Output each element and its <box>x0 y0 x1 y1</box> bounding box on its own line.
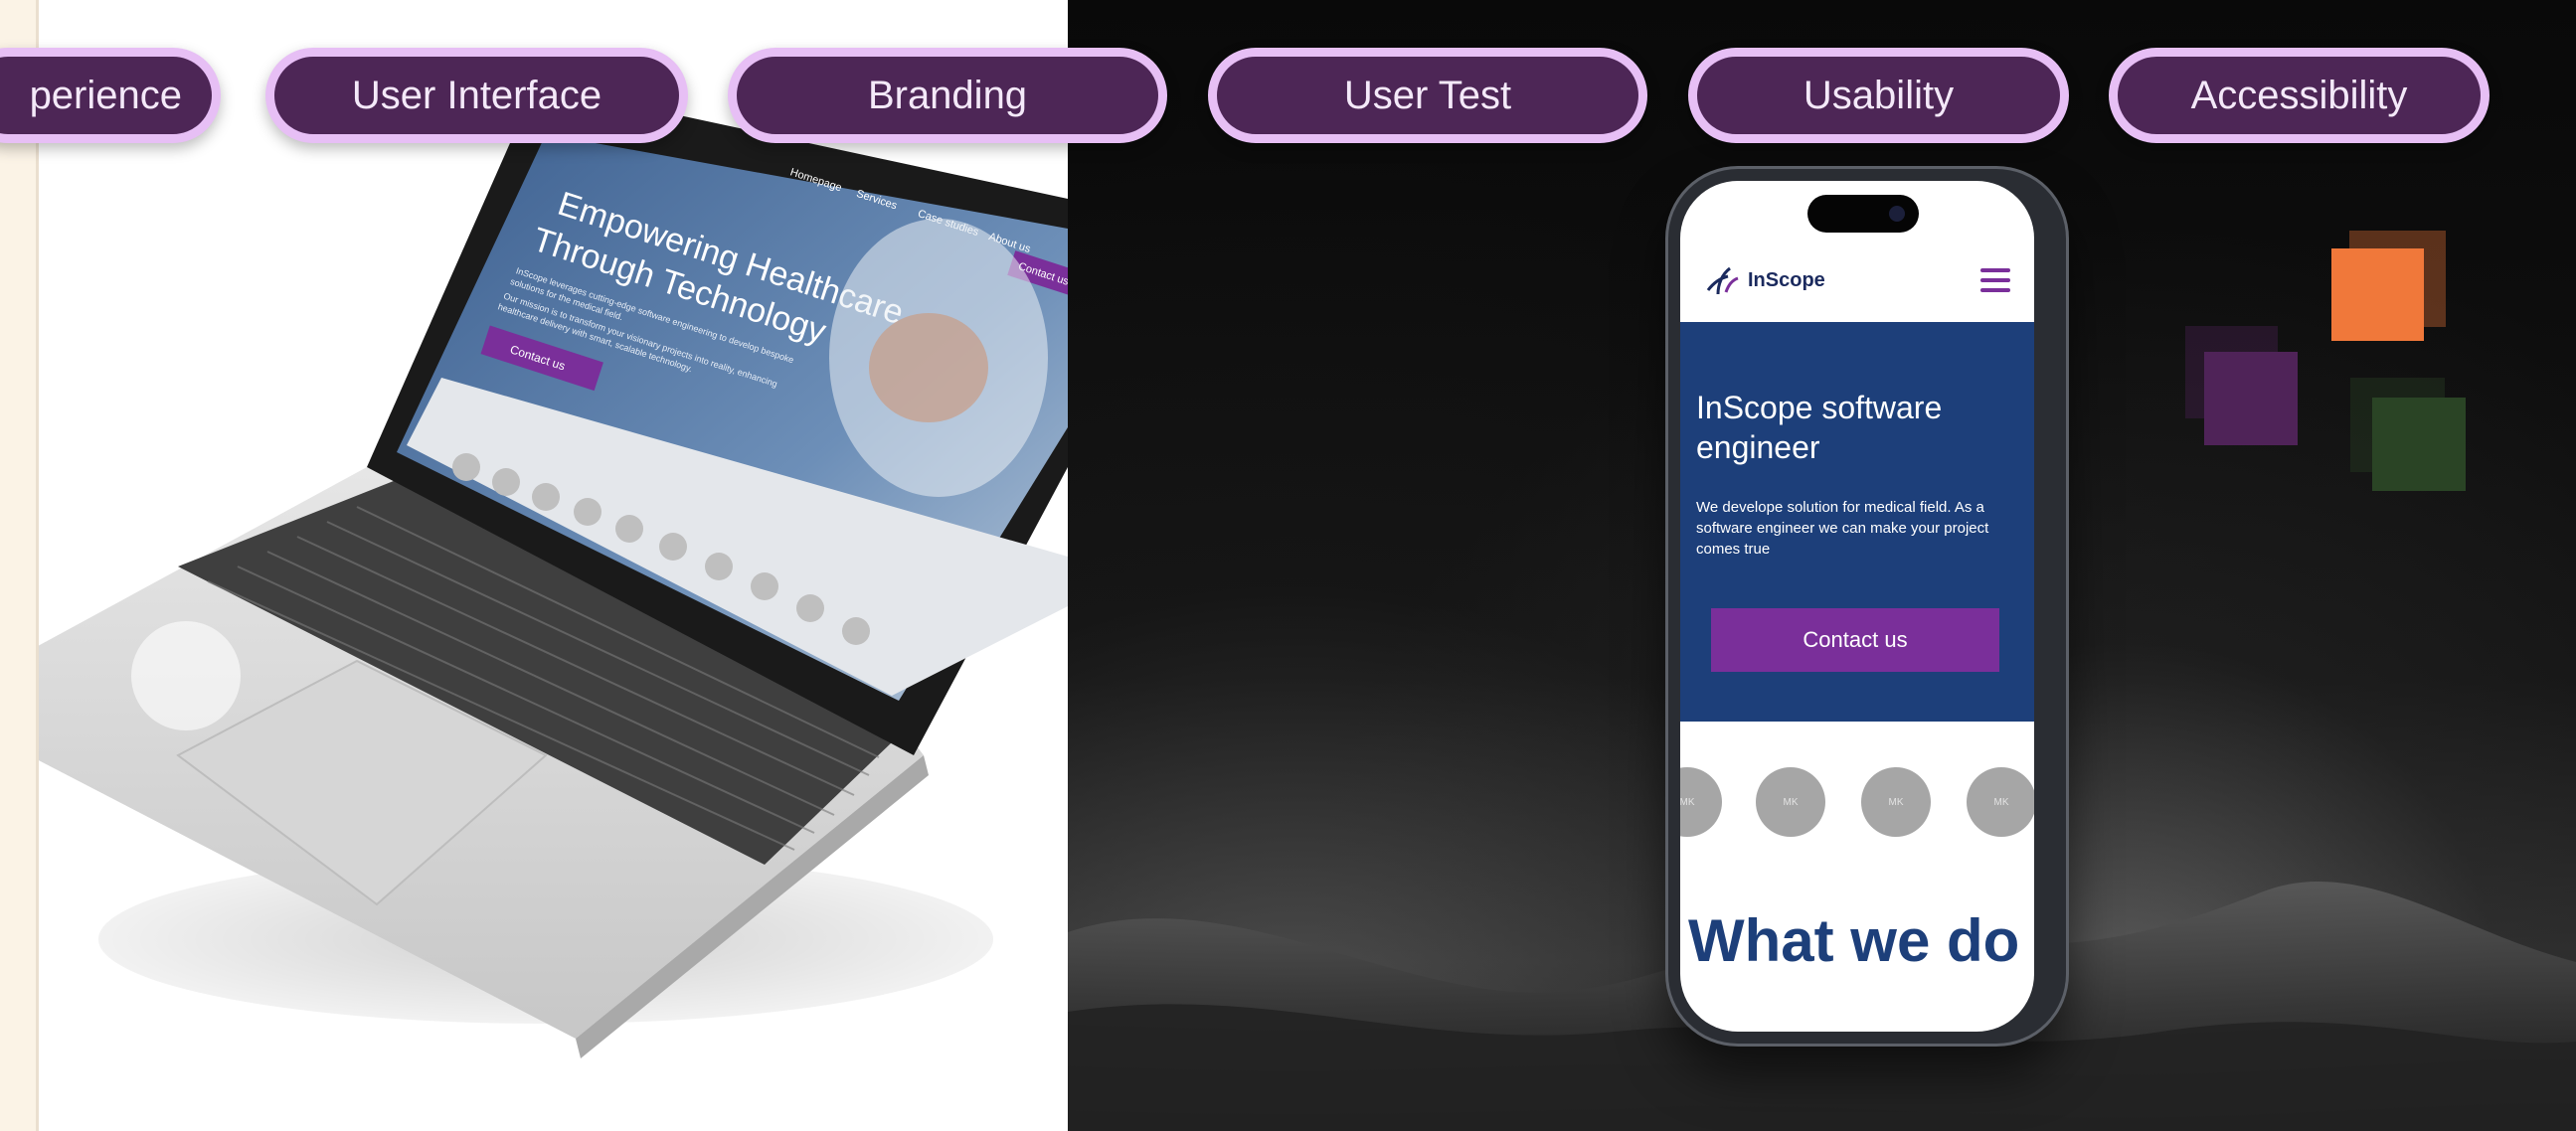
partner-circle: MK <box>1861 767 1931 837</box>
tag-accessibility[interactable]: Accessibility <box>2109 48 2490 143</box>
dynamic-island <box>1807 195 1919 233</box>
mobile-header: InScope <box>1680 241 2034 322</box>
mobile-logo-text: InScope <box>1748 268 1825 291</box>
phone-mockup: InScope InScope software engineer We dev… <box>1668 169 2066 1044</box>
hamburger-menu-icon[interactable] <box>1980 268 2010 292</box>
laptop-mockup: Homepage Services Case studies About us … <box>39 84 1068 1058</box>
mobile-contact-button[interactable]: Contact us <box>1711 608 1999 672</box>
tag-branding[interactable]: Branding <box>728 48 1167 143</box>
left-edge-strip <box>0 0 39 1131</box>
partner-circle: MK <box>1967 767 2034 837</box>
tag-usability[interactable]: Usability <box>1688 48 2069 143</box>
mobile-logo[interactable]: InScope <box>1704 262 1825 298</box>
phone-screen: InScope InScope software engineer We dev… <box>1680 181 2034 1032</box>
laptop-mockup-panel: Homepage Services Case studies About us … <box>39 0 1068 1131</box>
mobile-partner-circles: MK MK MK MK <box>1680 767 2034 847</box>
tag-user-interface[interactable]: User Interface <box>265 48 688 143</box>
green-square <box>2372 398 2466 491</box>
mobile-hero: InScope software engineer We develope so… <box>1680 322 2034 722</box>
inscope-logo-icon <box>1706 266 1739 295</box>
purple-square <box>2204 352 2298 445</box>
mobile-hero-title: InScope software engineer <box>1696 390 1943 465</box>
partner-circle: MK <box>1680 767 1722 837</box>
mobile-hero-text: We develope solution for medical field. … <box>1696 499 1989 558</box>
orange-square <box>2331 248 2424 341</box>
tag-user-test[interactable]: User Test <box>1208 48 1647 143</box>
skill-tags: perience User Interface Branding User Te… <box>0 0 2576 159</box>
mobile-section-title: What we do ? <box>1688 907 2034 974</box>
partner-circle: MK <box>1756 767 1825 837</box>
tag-experience[interactable]: perience <box>0 48 221 143</box>
